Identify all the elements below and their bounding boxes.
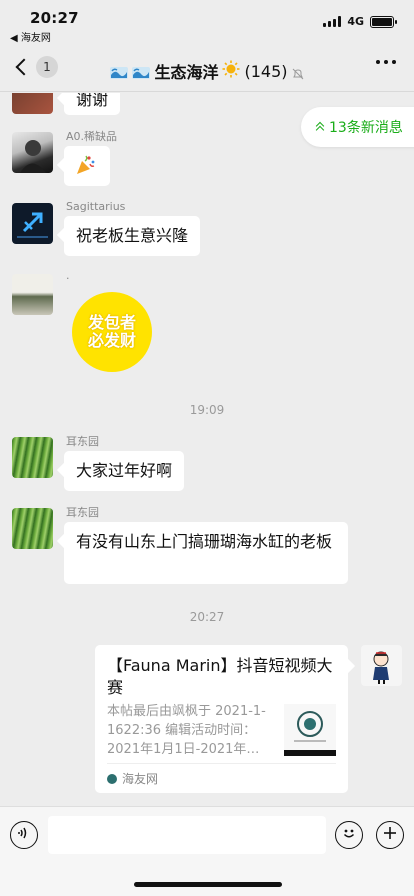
- double-chevron-up-icon: [315, 121, 325, 135]
- wave-icon: [132, 64, 151, 79]
- chat-title: 生态海洋 (145): [0, 59, 414, 83]
- back-to-app-link[interactable]: ◀ 海友网: [10, 29, 51, 44]
- sender-name: A0.稀缺品: [66, 130, 118, 143]
- avatar[interactable]: [12, 437, 53, 478]
- avatar[interactable]: [12, 93, 53, 114]
- signal-icon: [323, 16, 342, 27]
- message-bubble[interactable]: [64, 146, 110, 186]
- timestamp: 19:09: [189, 403, 225, 417]
- link-title: 【Fauna Marin】抖音短视频大赛: [107, 656, 333, 697]
- home-indicator[interactable]: [134, 882, 282, 887]
- sender-name: 耳东园: [66, 435, 99, 448]
- link-card[interactable]: 【Fauna Marin】抖音短视频大赛 本帖最后由飒枫于 2021-1-162…: [95, 645, 348, 793]
- more-options-button[interactable]: [376, 60, 396, 64]
- battery-icon: [370, 15, 397, 28]
- voice-icon: [16, 825, 32, 846]
- avatar[interactable]: [12, 203, 53, 244]
- mute-icon: [292, 65, 304, 80]
- network-type: 4G: [347, 15, 364, 28]
- status-time: 20:27: [30, 9, 79, 27]
- timestamp: 20:27: [189, 610, 225, 624]
- message-bubble[interactable]: 谢谢: [64, 93, 121, 115]
- message-bubble[interactable]: 有没有山东上门搞珊瑚海水缸的老板: [64, 522, 348, 584]
- plus-icon: [382, 824, 398, 846]
- avatar[interactable]: [361, 645, 402, 686]
- voice-input-button[interactable]: [10, 821, 38, 849]
- status-indicators: 4G: [323, 15, 397, 28]
- avatar[interactable]: [12, 508, 53, 549]
- avatar[interactable]: [12, 274, 53, 315]
- message-bubble[interactable]: 大家过年好啊: [64, 451, 185, 491]
- sun-icon: [222, 60, 240, 82]
- party-popper-icon: [74, 155, 98, 181]
- status-bar: 20:27 ◀ 海友网 4G: [0, 0, 414, 46]
- sticker[interactable]: 发包者 必发财: [72, 292, 152, 372]
- site-logo-icon: [107, 773, 117, 784]
- emoji-button[interactable]: [335, 821, 363, 849]
- chat-title-text: 生态海洋: [154, 63, 219, 82]
- new-messages-button[interactable]: 13条新消息: [301, 107, 414, 147]
- avatar[interactable]: [12, 132, 53, 173]
- more-actions-button[interactable]: [376, 821, 404, 849]
- sender-name: .: [66, 269, 70, 282]
- link-thumbnail: [284, 704, 336, 756]
- smile-icon: [340, 824, 358, 847]
- message-bubble[interactable]: 祝老板生意兴隆: [64, 216, 201, 256]
- wave-icon: [110, 64, 129, 79]
- link-description: 本帖最后由飒枫于 2021-1-1622:36 编辑活动时间：2021年1月1日…: [107, 704, 266, 757]
- link-source: 海友网: [107, 763, 336, 787]
- link-body: 本帖最后由飒枫于 2021-1-1622:36 编辑活动时间：2021年1月1日…: [107, 702, 336, 759]
- message-input[interactable]: [48, 816, 326, 854]
- sender-name: 耳东园: [66, 506, 99, 519]
- member-count: (145): [244, 61, 288, 81]
- chat-header: 1 生态海洋 (145): [0, 46, 414, 92]
- sender-name: Sagittarius: [66, 200, 126, 213]
